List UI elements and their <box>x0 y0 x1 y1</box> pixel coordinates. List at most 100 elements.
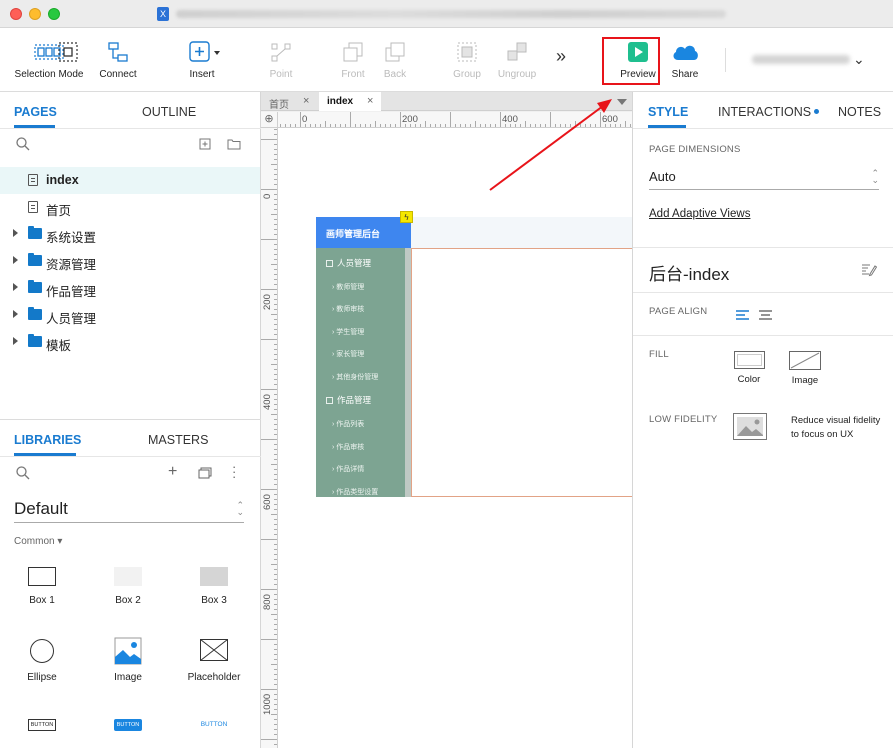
grid-icon <box>326 260 333 267</box>
folder-item-works[interactable]: 作品管理 <box>0 275 260 302</box>
ruler-tick <box>525 121 526 127</box>
expand-caret-icon[interactable] <box>13 310 18 318</box>
page-canvas[interactable]: 画师管理后台 ϟ 人员管理 › 教师管理 › 教师审核 › 学生管理 › 家长管… <box>278 128 632 748</box>
ruler-tick <box>274 444 277 445</box>
tab-masters[interactable]: MASTERS <box>148 433 208 447</box>
library-select[interactable]: Default ⌃ ⌄ <box>14 499 244 523</box>
widget-button[interactable]: BUTTON <box>2 719 82 731</box>
ruler-tick <box>274 424 277 425</box>
connect-button[interactable]: Connect <box>92 28 144 92</box>
category-dropdown[interactable]: Common ▾ <box>14 536 62 547</box>
ruler-tick <box>300 112 301 127</box>
fill-color-button[interactable]: Color <box>732 351 766 385</box>
ruler-tick <box>274 219 277 220</box>
more-options-icon[interactable]: · · · <box>232 460 236 483</box>
ruler-tick <box>274 374 277 375</box>
expand-caret-icon[interactable] <box>13 256 18 264</box>
page-dimensions-select[interactable]: Auto ⌃ ⌄ <box>649 169 879 190</box>
widget-box3[interactable]: Box 3 <box>174 567 254 606</box>
widget-placeholder[interactable]: Placeholder <box>174 639 254 683</box>
tab-libraries[interactable]: LIBRARIES <box>14 433 81 447</box>
tab-underline <box>14 453 76 456</box>
minimize-window-button[interactable] <box>29 8 41 20</box>
bring-front-icon <box>343 42 363 62</box>
close-window-button[interactable] <box>10 8 22 20</box>
widget-ellipse[interactable]: Ellipse <box>2 639 82 683</box>
zoom-window-button[interactable] <box>48 8 60 20</box>
tab-interactions[interactable]: INTERACTIONS <box>718 105 820 119</box>
ruler-tick <box>500 112 501 127</box>
box1-shape <box>28 567 56 586</box>
folder-item-resources[interactable]: 资源管理 <box>0 248 260 275</box>
widget-link-button[interactable]: BUTTON <box>174 719 254 731</box>
account-name-redacted[interactable] <box>752 55 850 64</box>
ruler-tick <box>450 112 451 127</box>
widget-box2[interactable]: Box 2 <box>88 567 168 606</box>
search-icon[interactable] <box>16 466 30 480</box>
widget-primary-button[interactable]: BUTTON <box>88 719 168 731</box>
tab-outline[interactable]: OUTLINE <box>142 105 196 119</box>
ruler-tick <box>261 339 277 340</box>
bring-front-button[interactable]: Front <box>330 28 376 92</box>
chevron-down-icon[interactable]: ⌄ <box>853 51 865 68</box>
ruler-tick <box>274 579 277 580</box>
close-tab-icon[interactable]: × <box>303 95 309 107</box>
expand-caret-icon[interactable] <box>13 283 18 291</box>
folder-item-system-settings[interactable]: 系统设置 <box>0 221 260 248</box>
selection-mode-alt-button[interactable] <box>56 28 80 92</box>
more-tools-button[interactable]: » <box>548 28 574 92</box>
point-button[interactable]: Point <box>258 28 304 92</box>
folder-item-templates[interactable]: 模板 <box>0 329 260 356</box>
ruler-tick <box>375 121 376 127</box>
group-button[interactable]: Group <box>444 28 490 92</box>
add-folder-icon[interactable] <box>227 138 241 150</box>
design-sidebar[interactable]: 人员管理 › 教师管理 › 教师审核 › 学生管理 › 家长管理 › 其他身份管… <box>316 248 405 497</box>
fill-image-button[interactable]: Image <box>788 351 822 386</box>
library-copy-icon[interactable] <box>198 467 212 479</box>
expand-caret-icon[interactable] <box>13 229 18 237</box>
send-back-button[interactable]: Back <box>372 28 418 92</box>
widget-image[interactable]: Image <box>88 637 168 683</box>
add-library-icon[interactable]: + <box>168 463 177 481</box>
design-logo[interactable]: 画师管理后台 <box>316 217 411 248</box>
canvas-tab-home[interactable]: 首页 × <box>261 92 317 111</box>
expand-caret-icon[interactable] <box>13 337 18 345</box>
design-main-content[interactable] <box>411 248 632 497</box>
widget-box1[interactable]: Box 1 <box>2 567 82 606</box>
ruler-tick <box>570 124 571 127</box>
tab-style[interactable]: STYLE <box>648 105 688 119</box>
tab-notes[interactable]: NOTES <box>838 105 881 119</box>
page-name-field[interactable]: 后台-index <box>649 260 729 285</box>
tab-pages[interactable]: PAGES <box>14 105 57 119</box>
folder-item-people[interactable]: 人员管理 <box>0 302 260 329</box>
ruler-tick <box>485 124 486 127</box>
add-page-icon[interactable] <box>199 138 211 150</box>
ruler-tick <box>595 124 596 127</box>
add-adaptive-views-link[interactable]: Add Adaptive Views <box>649 208 750 220</box>
page-item-index[interactable]: index <box>0 167 260 194</box>
insert-button[interactable]: Insert <box>178 28 226 92</box>
share-button[interactable]: Share <box>662 28 708 92</box>
ruler-tick <box>274 524 277 525</box>
align-center-icon[interactable] <box>758 309 773 321</box>
canvas-area: 首页 × index × ⊕ 0 200 400 600 0 200 400 600 800 1… <box>261 92 632 748</box>
canvas-tab-index[interactable]: index × <box>319 92 381 111</box>
ruler-origin-icon[interactable]: ⊕ <box>261 112 278 128</box>
low-fidelity-toggle-icon[interactable] <box>733 413 767 440</box>
tab-overflow-icon[interactable] <box>617 99 627 105</box>
page-dimensions-label: PAGE DIMENSIONS <box>649 144 741 155</box>
ruler-tick <box>274 274 277 275</box>
ungroup-button[interactable]: Ungroup <box>492 28 542 92</box>
ruler-tick <box>274 599 277 600</box>
align-left-icon[interactable] <box>735 309 750 321</box>
ungroup-icon <box>507 42 527 61</box>
close-tab-icon[interactable]: × <box>367 95 373 107</box>
folder-icon <box>28 334 42 347</box>
low-fidelity-description: Reduce visual fidelity to focus on UX <box>791 415 881 440</box>
search-icon[interactable] <box>16 137 30 151</box>
page-item-home[interactable]: 首页 <box>0 194 260 221</box>
ruler-tick <box>271 164 277 165</box>
interaction-bolt-icon[interactable]: ϟ <box>400 211 413 223</box>
edit-notes-icon[interactable] <box>861 263 877 277</box>
link-button-shape: BUTTON <box>200 721 228 728</box>
